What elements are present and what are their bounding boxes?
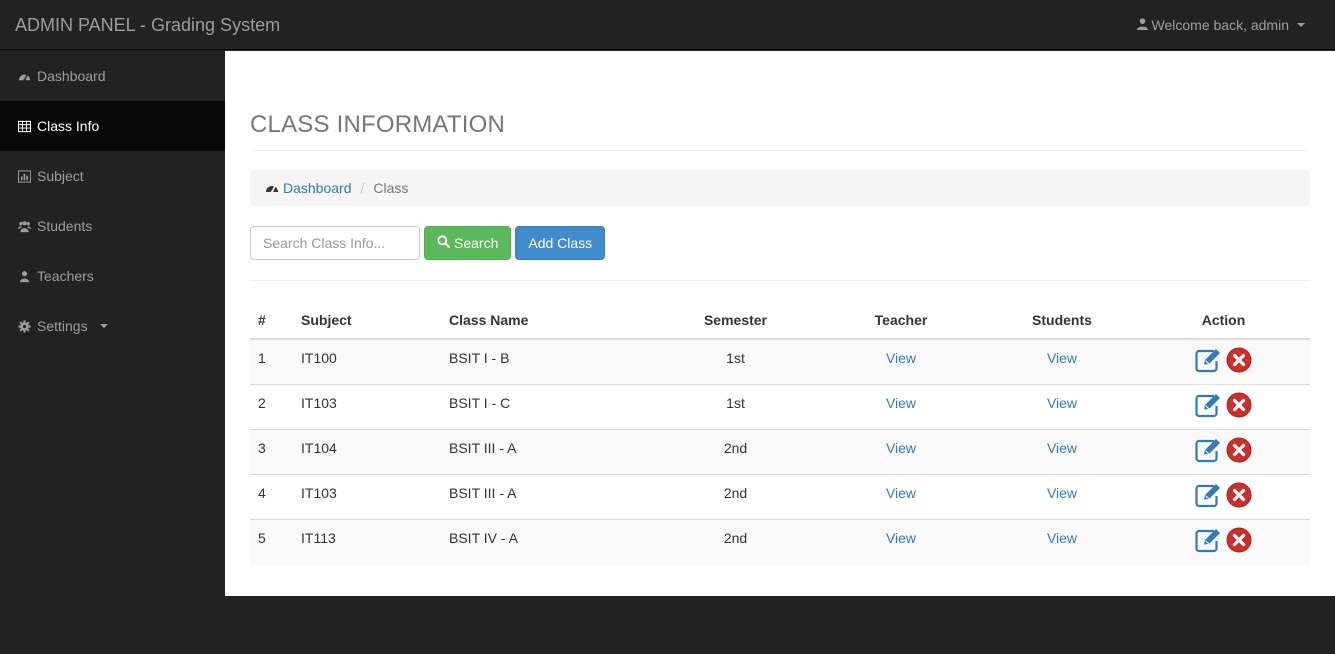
toolbar: Search Add Class	[250, 226, 606, 260]
user-menu-dropdown[interactable]: Welcome back, admin	[1136, 17, 1305, 33]
view-students-link[interactable]: View	[1047, 485, 1077, 501]
cell-subject: IT103	[293, 474, 441, 520]
page-title: CLASS INFORMATION	[250, 111, 1310, 151]
sidebar-item-dashboard[interactable]: Dashboard	[0, 51, 225, 101]
cell-semester: 1st	[656, 384, 815, 430]
column-header-teacher: Teacher	[815, 301, 987, 340]
view-teacher-link[interactable]: View	[886, 530, 916, 546]
user-icon	[17, 269, 31, 283]
cell-number: 5	[250, 519, 293, 565]
brand-title[interactable]: ADMIN PANEL - Grading System	[15, 15, 280, 35]
search-input[interactable]	[250, 226, 420, 260]
cell-number: 3	[250, 429, 293, 475]
column-header-class-name: Class Name	[441, 301, 656, 340]
table-row: 3 IT104 BSIT III - A 2nd View View	[250, 429, 1310, 475]
column-header-semester: Semester	[656, 301, 815, 340]
sidebar-item-settings[interactable]: Settings	[0, 301, 225, 351]
delete-icon[interactable]	[1226, 437, 1252, 466]
edit-icon[interactable]	[1194, 437, 1223, 466]
cell-class-name: BSIT III - A	[441, 474, 656, 520]
cell-actions	[1137, 474, 1310, 520]
search-icon	[437, 235, 451, 251]
class-table: # Subject Class Name Semester Teacher St…	[250, 301, 1310, 565]
cell-subject: IT113	[293, 519, 441, 565]
delete-icon[interactable]	[1226, 482, 1252, 511]
cell-semester: 2nd	[656, 519, 815, 565]
search-button-label: Search	[454, 235, 499, 251]
caret-down-icon	[1297, 23, 1305, 27]
delete-icon[interactable]	[1226, 527, 1252, 556]
gear-icon	[17, 319, 31, 333]
cell-semester: 1st	[656, 338, 815, 385]
cell-semester: 2nd	[656, 429, 815, 475]
cell-class-name: BSIT I - C	[441, 384, 656, 430]
column-header-subject: Subject	[293, 301, 441, 340]
view-teacher-link[interactable]: View	[886, 350, 916, 366]
view-students-link[interactable]: View	[1047, 530, 1077, 546]
edit-icon[interactable]	[1194, 392, 1223, 421]
bar-chart-icon	[17, 169, 31, 183]
view-teacher-link[interactable]: View	[886, 440, 916, 456]
cell-number: 4	[250, 474, 293, 520]
top-navbar: ADMIN PANEL - Grading System Welcome bac…	[0, 0, 1335, 50]
table-row: 4 IT103 BSIT III - A 2nd View View	[250, 474, 1310, 520]
dashboard-icon	[265, 180, 283, 196]
add-class-button[interactable]: Add Class	[515, 226, 606, 260]
sidebar-item-subject[interactable]: Subject	[0, 151, 225, 201]
cell-class-name: BSIT III - A	[441, 429, 656, 475]
sidebar-item-label: Settings	[37, 318, 88, 334]
cell-number: 1	[250, 338, 293, 385]
cell-actions	[1137, 429, 1310, 475]
sidebar-item-students[interactable]: Students	[0, 201, 225, 251]
sidebar-item-label: Class Info	[37, 118, 100, 134]
divider	[250, 280, 1310, 281]
view-teacher-link[interactable]: View	[886, 485, 916, 501]
breadcrumb-dashboard-link[interactable]: Dashboard	[283, 180, 352, 196]
sidebar-item-label: Students	[37, 218, 93, 234]
column-header-action: Action	[1137, 301, 1310, 340]
cell-subject: IT103	[293, 384, 441, 430]
search-button[interactable]: Search	[424, 226, 512, 260]
table-row: 2 IT103 BSIT I - C 1st View View	[250, 384, 1310, 430]
sidebar: Dashboard Class Info Subject Students Te…	[0, 51, 225, 654]
view-teacher-link[interactable]: View	[886, 395, 916, 411]
sidebar-item-label: Teachers	[37, 268, 94, 284]
column-header-number: #	[250, 301, 293, 340]
users-icon	[17, 219, 31, 233]
column-header-students: Students	[987, 301, 1137, 340]
cell-class-name: BSIT I - B	[441, 338, 656, 385]
cell-actions	[1137, 519, 1310, 565]
sidebar-item-label: Subject	[37, 168, 84, 184]
user-greeting: Welcome back, admin	[1151, 17, 1289, 33]
cell-semester: 2nd	[656, 474, 815, 520]
edit-icon[interactable]	[1194, 527, 1223, 556]
sidebar-item-class-info[interactable]: Class Info	[0, 101, 225, 151]
cell-class-name: BSIT IV - A	[441, 519, 656, 565]
main-content: CLASS INFORMATION Dashboard / Class Sear…	[225, 51, 1335, 596]
caret-down-icon	[99, 324, 108, 328]
edit-icon[interactable]	[1194, 482, 1223, 511]
breadcrumb: Dashboard / Class	[250, 170, 1310, 206]
cell-actions	[1137, 338, 1310, 385]
dashboard-icon	[17, 69, 31, 83]
cell-subject: IT100	[293, 338, 441, 385]
breadcrumb-separator: /	[360, 180, 365, 196]
table-row: 1 IT100 BSIT I - B 1st View View	[250, 338, 1310, 385]
view-students-link[interactable]: View	[1047, 350, 1077, 366]
sidebar-item-teachers[interactable]: Teachers	[0, 251, 225, 301]
delete-icon[interactable]	[1226, 347, 1252, 376]
delete-icon[interactable]	[1226, 392, 1252, 421]
table-row: 5 IT113 BSIT IV - A 2nd View View	[250, 519, 1310, 565]
table-header-row: # Subject Class Name Semester Teacher St…	[250, 301, 1310, 340]
breadcrumb-current: Class	[373, 180, 409, 196]
view-students-link[interactable]: View	[1047, 395, 1077, 411]
edit-icon[interactable]	[1194, 347, 1223, 376]
view-students-link[interactable]: View	[1047, 440, 1077, 456]
cell-actions	[1137, 384, 1310, 430]
cell-number: 2	[250, 384, 293, 430]
table-icon	[17, 119, 31, 133]
cell-subject: IT104	[293, 429, 441, 475]
user-icon	[1136, 17, 1148, 33]
sidebar-item-label: Dashboard	[37, 68, 106, 84]
